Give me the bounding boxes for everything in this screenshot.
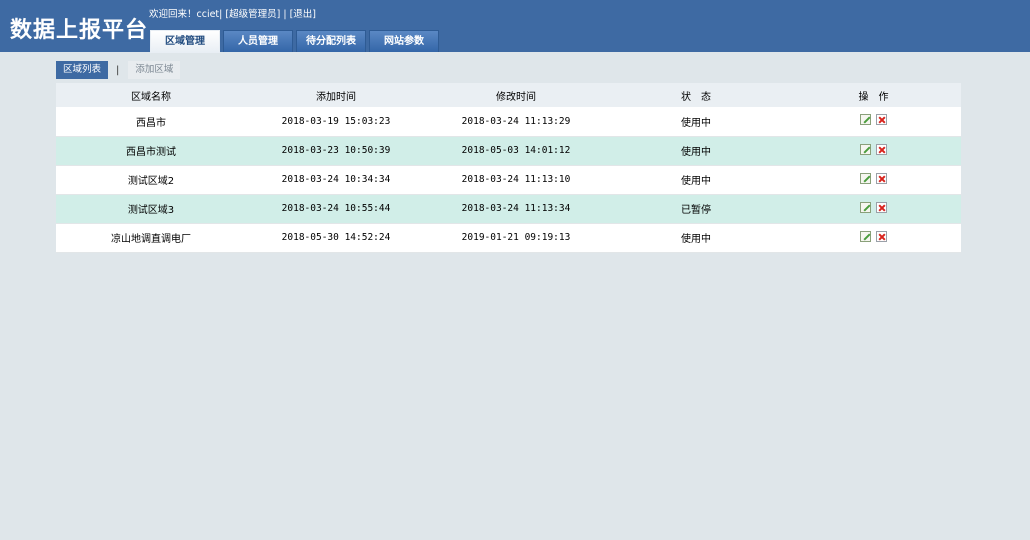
welcome-divider: | — [283, 9, 287, 20]
cell-actions — [786, 223, 961, 253]
table-row: 测试区域2 2018-03-24 10:34:34 2018-03-24 11:… — [56, 165, 961, 195]
cell-modified: 2019-01-21 09:19:13 — [426, 223, 606, 253]
subtab-bar: 区域列表 | 添加区域 — [56, 61, 181, 79]
cell-name: 凉山地调直调电厂 — [56, 223, 246, 253]
delete-icon[interactable] — [876, 114, 887, 126]
cell-modified: 2018-05-03 14:01:12 — [426, 136, 606, 166]
cell-modified: 2018-03-24 11:13:10 — [426, 165, 606, 195]
col-header-actions: 操 作 — [786, 83, 961, 107]
cell-actions — [786, 165, 961, 195]
cell-actions — [786, 194, 961, 224]
table-row: 凉山地调直调电厂 2018-05-30 14:52:24 2019-01-21 … — [56, 223, 961, 253]
welcome-bar: 欢迎回来！cciet| [超级管理员] | [退出] — [149, 6, 316, 20]
delete-icon[interactable] — [876, 172, 887, 184]
subtab-area-list[interactable]: 区域列表 — [56, 61, 109, 79]
edit-icon[interactable] — [860, 143, 871, 155]
cell-name: 西昌市测试 — [56, 136, 246, 166]
cell-actions — [786, 107, 961, 137]
welcome-text: 欢迎回来！cciet| — [149, 9, 223, 20]
subtab-add-area[interactable]: 添加区域 — [128, 61, 181, 79]
col-header-added: 添加时间 — [246, 83, 426, 107]
edit-icon[interactable] — [860, 172, 871, 184]
cell-status: 使用中 — [606, 136, 786, 166]
tab-staff-management[interactable]: 人员管理 — [223, 30, 293, 52]
table-row: 测试区域3 2018-03-24 10:55:44 2018-03-24 11:… — [56, 194, 961, 224]
edit-icon[interactable] — [860, 230, 871, 242]
table-row: 西昌市 2018-03-19 15:03:23 2018-03-24 11:13… — [56, 107, 961, 137]
area-table: 区域名称 添加时间 修改时间 状 态 操 作 西昌市 2018-03-19 15… — [56, 83, 961, 253]
cell-added: 2018-03-24 10:34:34 — [246, 165, 426, 195]
cell-actions — [786, 136, 961, 166]
cell-added: 2018-03-24 10:55:44 — [246, 194, 426, 224]
subtab-separator: | — [116, 64, 120, 76]
cell-added: 2018-05-30 14:52:24 — [246, 223, 426, 253]
col-header-name: 区域名称 — [56, 83, 246, 107]
cell-status: 使用中 — [606, 107, 786, 137]
role-link[interactable]: [超级管理员] — [225, 9, 280, 20]
tab-area-management[interactable]: 区域管理 — [150, 30, 220, 53]
delete-icon[interactable] — [876, 201, 887, 213]
cell-name: 测试区域2 — [56, 165, 246, 195]
cell-status: 使用中 — [606, 223, 786, 253]
delete-icon[interactable] — [876, 143, 887, 155]
edit-icon[interactable] — [860, 201, 871, 213]
tab-pending-list[interactable]: 待分配列表 — [296, 30, 366, 52]
cell-status: 使用中 — [606, 165, 786, 195]
cell-name: 西昌市 — [56, 107, 246, 137]
tab-site-settings[interactable]: 网站参数 — [369, 30, 439, 52]
col-header-modified: 修改时间 — [426, 83, 606, 107]
edit-icon[interactable] — [860, 114, 871, 126]
cell-name: 测试区域3 — [56, 194, 246, 224]
cell-modified: 2018-03-24 11:13:29 — [426, 107, 606, 137]
delete-icon[interactable] — [876, 230, 887, 242]
main-nav: 区域管理 人员管理 待分配列表 网站参数 — [150, 30, 442, 53]
cell-added: 2018-03-19 15:03:23 — [246, 107, 426, 137]
top-header: 数据上报平台 欢迎回来！cciet| [超级管理员] | [退出] 区域管理 人… — [0, 0, 1030, 53]
table-row: 西昌市测试 2018-03-23 10:50:39 2018-05-03 14:… — [56, 136, 961, 166]
site-logo: 数据上报平台 — [10, 17, 149, 43]
cell-status: 已暂停 — [606, 194, 786, 224]
table-header-row: 区域名称 添加时间 修改时间 状 态 操 作 — [56, 83, 961, 107]
logout-link[interactable]: [退出] — [290, 9, 316, 20]
cell-modified: 2018-03-24 11:13:34 — [426, 194, 606, 224]
cell-added: 2018-03-23 10:50:39 — [246, 136, 426, 166]
col-header-status: 状 态 — [606, 83, 786, 107]
